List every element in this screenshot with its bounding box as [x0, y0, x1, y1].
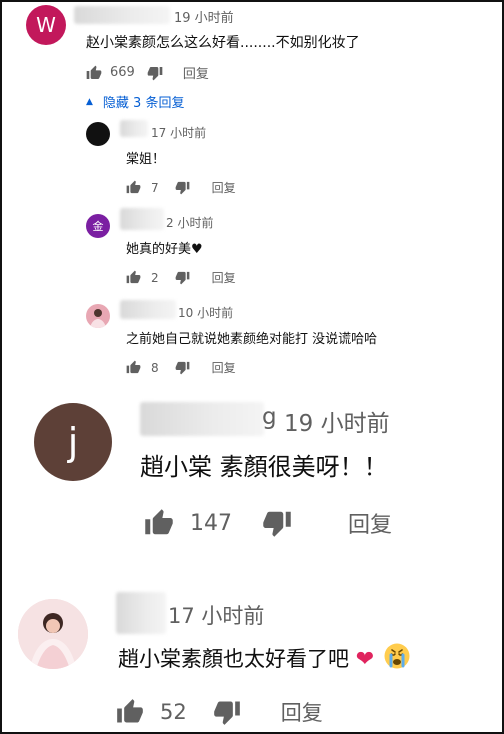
chevron-up-icon: ▲ — [86, 96, 93, 107]
comment-text: 她真的好美♥ — [126, 238, 203, 257]
author-name-redacted[interactable] — [120, 208, 164, 230]
comment-actions: 8 回复 — [126, 359, 236, 376]
comment-text-body: 她真的好美 — [126, 242, 192, 257]
author-name-redacted[interactable] — [74, 6, 170, 24]
avatar-letter: 金 — [92, 220, 104, 233]
like-count: 147 — [190, 510, 232, 536]
comment-text: 赵小棠素颜怎么这么好看........不如别化妆了 — [86, 35, 360, 51]
like-count: 52 — [160, 700, 187, 724]
comment-time: 19 小时前 — [174, 11, 234, 26]
author-name-redacted[interactable] — [116, 592, 166, 634]
portrait-icon — [18, 599, 88, 669]
thumbs-down-icon[interactable] — [147, 65, 163, 81]
author-name-redacted[interactable] — [120, 120, 148, 137]
reply-button[interactable]: 回复 — [348, 507, 392, 539]
comment-text: 趙小棠 素顏很美呀！！ — [140, 453, 388, 481]
thumbs-down-icon[interactable] — [175, 180, 190, 195]
comment-actions: 7 回复 — [126, 179, 236, 196]
thumbs-down-icon[interactable] — [175, 360, 190, 375]
like-count: 7 — [151, 180, 159, 195]
thumbs-up-icon[interactable] — [116, 698, 144, 726]
comment-actions: 669 回复 — [86, 63, 209, 82]
comment-time: 17 小时前 — [151, 126, 207, 140]
hide-replies-label: 隐藏 3 条回复 — [102, 96, 185, 111]
avatar[interactable] — [86, 304, 110, 328]
heart-icon: ♥ — [191, 242, 203, 257]
avatar[interactable]: 金 — [86, 214, 110, 238]
comment-text: 趙小棠素顏也太好看了吧 ❤ — [118, 642, 411, 675]
thumbs-up-icon[interactable] — [144, 508, 174, 538]
avatar-letter: W — [36, 13, 56, 37]
thumbs-down-icon[interactable] — [262, 508, 292, 538]
comment-time: 19 小时前 — [284, 411, 390, 437]
like-count: 669 — [110, 65, 135, 80]
crying-face-icon — [383, 642, 411, 675]
comment-time: 2 小时前 — [166, 216, 214, 230]
author-name-redacted[interactable] — [140, 402, 264, 436]
comment-text: 棠姐！ — [126, 152, 166, 167]
comment-time: 17 小时前 — [168, 604, 265, 628]
reply-button[interactable]: 回复 — [212, 359, 236, 376]
thumbs-down-icon[interactable] — [175, 270, 190, 285]
avatar-letter: j — [67, 420, 79, 464]
thumbs-down-icon[interactable] — [213, 698, 241, 726]
comment-actions: 52 回复 — [116, 697, 323, 727]
comment-text-body: 趙小棠素顏也太好看了吧 — [118, 647, 349, 671]
hide-replies-toggle[interactable]: ▲ 隐藏 3 条回复 — [86, 92, 184, 111]
comment-text: 之前她自己就说她素颜绝对能打 没说谎哈哈 — [126, 332, 378, 347]
thumbs-up-icon[interactable] — [126, 180, 141, 195]
thumbs-up-icon[interactable] — [126, 270, 141, 285]
avatar[interactable] — [86, 122, 110, 146]
comment-actions: 147 回复 — [144, 507, 392, 539]
reply-button[interactable]: 回复 — [183, 63, 209, 82]
avatar[interactable]: W — [26, 5, 66, 45]
avatar[interactable]: j — [34, 403, 112, 481]
comment-time: 10 小时前 — [178, 306, 234, 320]
reply-button[interactable]: 回复 — [212, 179, 236, 196]
author-name-redacted[interactable] — [120, 300, 176, 319]
reply-button[interactable]: 回复 — [281, 697, 323, 727]
comment-actions: 2 回复 — [126, 269, 236, 286]
like-count: 8 — [151, 360, 159, 375]
thumbs-up-icon[interactable] — [126, 360, 141, 375]
author-name-fragment: g — [262, 404, 277, 430]
thumbs-up-icon[interactable] — [86, 65, 102, 81]
reply-button[interactable]: 回复 — [212, 269, 236, 286]
avatar[interactable] — [18, 599, 88, 669]
portrait-icon — [90, 309, 106, 328]
red-heart-icon: ❤ — [355, 647, 375, 672]
like-count: 2 — [151, 270, 159, 285]
